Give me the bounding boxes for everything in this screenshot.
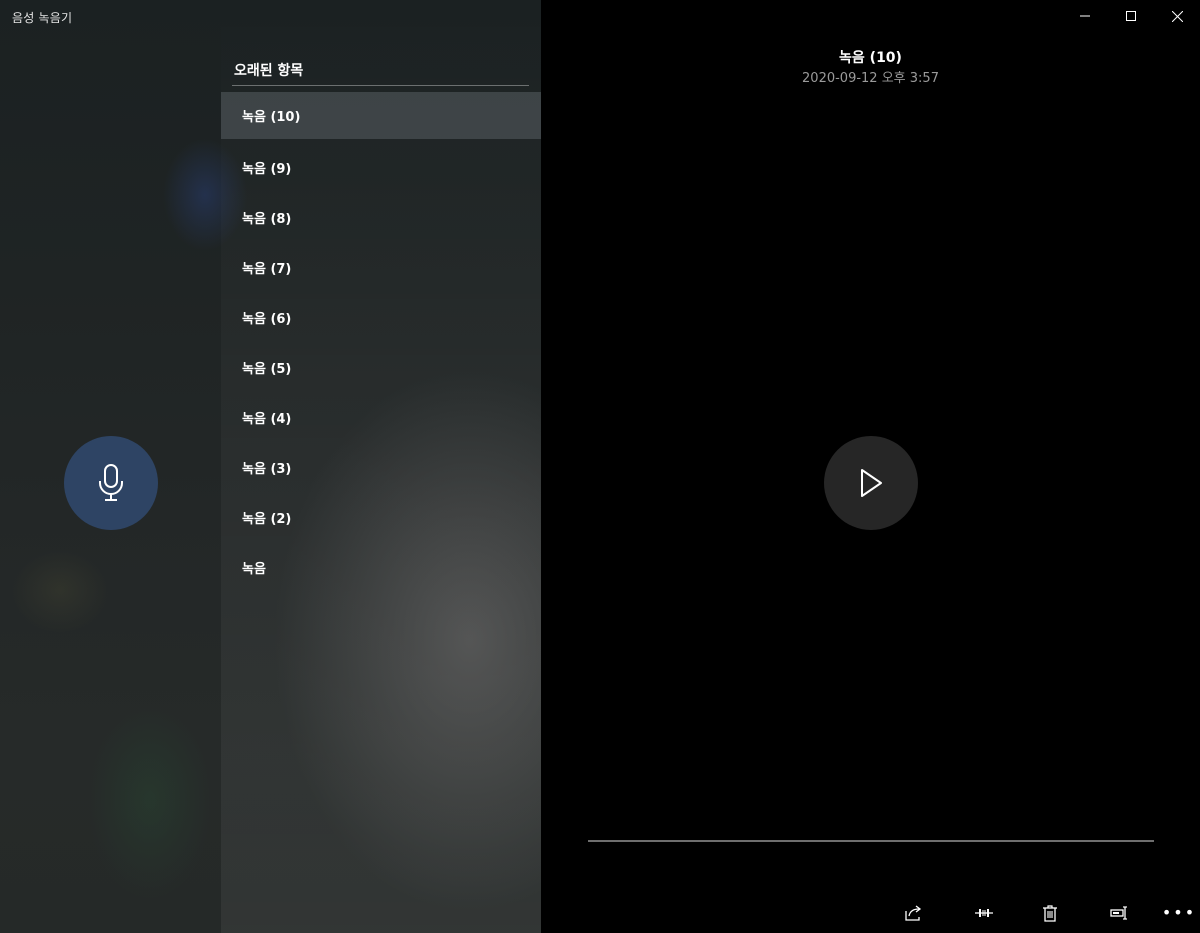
navigation-pane: 음성 녹음기 오래된 항목 녹음 (10) 녹음 (9) 녹음 (8) 녹음 (…	[0, 0, 541, 933]
share-icon	[905, 905, 922, 921]
list-item[interactable]: 녹음 (2)	[221, 492, 541, 542]
list-item[interactable]: 녹음 (5)	[221, 342, 541, 392]
record-button[interactable]	[64, 436, 158, 530]
trim-icon	[975, 909, 993, 917]
list-item[interactable]: 녹음 (9)	[221, 142, 541, 192]
share-button[interactable]	[894, 896, 934, 930]
app-title: 음성 녹음기	[12, 11, 73, 25]
close-icon	[1171, 10, 1183, 22]
rename-icon	[1110, 906, 1127, 920]
maximize-button[interactable]	[1108, 0, 1154, 32]
maximize-icon	[1126, 11, 1136, 21]
minimize-button[interactable]	[1062, 0, 1108, 32]
more-icon: •••	[1161, 903, 1197, 922]
delete-icon	[1043, 904, 1057, 922]
playback-progress-bar[interactable]	[588, 840, 1154, 842]
recordings-list: 녹음 (10) 녹음 (9) 녹음 (8) 녹음 (7) 녹음 (6) 녹음 (…	[221, 92, 541, 592]
more-options-button[interactable]: •••	[1159, 896, 1199, 930]
recording-title: 녹음 (10)	[839, 50, 902, 66]
list-item[interactable]: 녹음 (10)	[221, 92, 541, 139]
window-controls	[1062, 0, 1200, 32]
list-item[interactable]: 녹음 (6)	[221, 292, 541, 342]
list-item[interactable]: 녹음 (3)	[221, 442, 541, 492]
list-header: 오래된 항목	[234, 63, 304, 79]
close-button[interactable]	[1154, 0, 1200, 32]
list-header-divider	[232, 85, 529, 86]
microphone-icon	[99, 464, 123, 501]
minimize-icon	[1080, 15, 1090, 17]
play-button[interactable]	[824, 436, 918, 530]
list-item[interactable]: 녹음 (7)	[221, 242, 541, 292]
rename-button[interactable]	[1099, 896, 1139, 930]
play-icon	[861, 469, 882, 497]
list-item[interactable]: 녹음 (8)	[221, 192, 541, 242]
detail-pane: 녹음 (10) 2020-09-12 오후 3:57 •••	[541, 0, 1200, 933]
list-item[interactable]: 녹음	[221, 542, 541, 592]
list-item[interactable]: 녹음 (4)	[221, 392, 541, 442]
bottom-toolbar: •••	[541, 896, 1200, 930]
trim-button[interactable]	[964, 896, 1004, 930]
delete-button[interactable]	[1030, 896, 1070, 930]
recording-date: 2020-09-12 오후 3:57	[802, 71, 939, 86]
